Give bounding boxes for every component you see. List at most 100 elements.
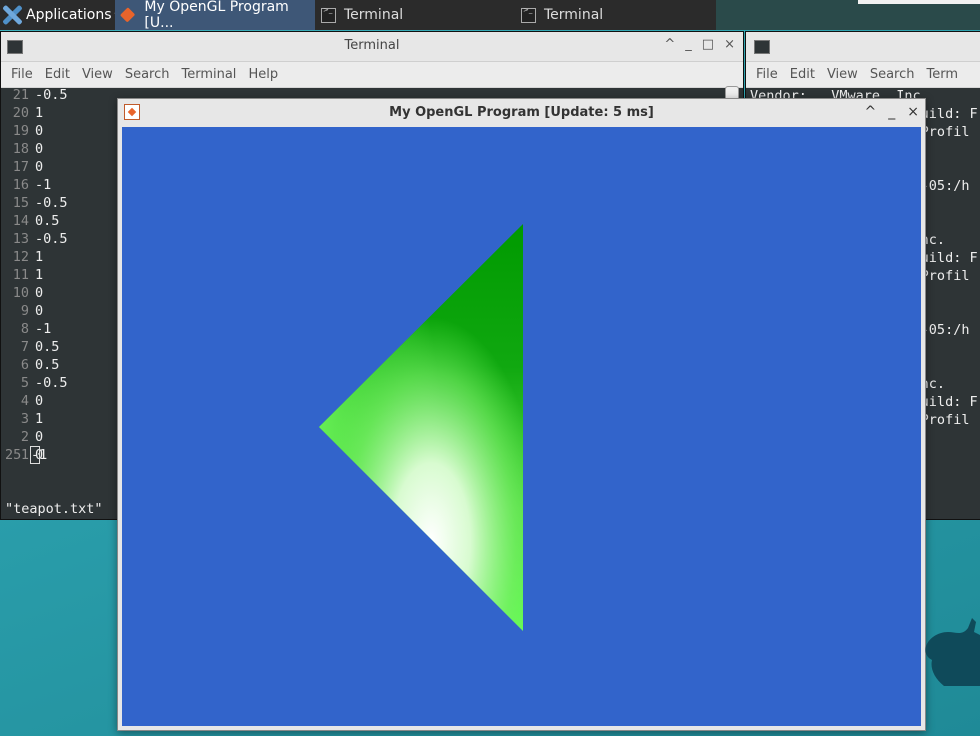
line-number: 4 [20, 393, 29, 409]
line-text: -0.5 [35, 87, 68, 103]
terminal-line: 5 -0.5 [1, 374, 68, 392]
minimize-button[interactable]: _ [888, 104, 895, 120]
line-text: 0.5 [35, 339, 60, 355]
line-number: 9 [20, 303, 29, 319]
taskbar-tray-area [716, 0, 980, 30]
roll-up-button[interactable]: ^ [664, 37, 675, 52]
taskbar-item-terminal-1[interactable]: Terminal [315, 0, 515, 30]
taskbar-item-label: Terminal [344, 7, 404, 23]
roll-up-button[interactable]: ^ [865, 104, 877, 120]
opengl-render-svg [319, 224, 523, 631]
vim-status-line: "teapot.txt" [5, 501, 103, 517]
terminal-line: 8 -1 [1, 320, 68, 338]
line-text: 0.5 [35, 357, 60, 373]
menu-file[interactable]: File [5, 67, 39, 82]
terminal-line: 20 [1, 428, 68, 446]
menu-file[interactable]: File [750, 67, 784, 82]
line-text: 0 [35, 393, 44, 409]
terminal-line: 12 1 [1, 248, 68, 266]
triangle-bottom-highlight [319, 224, 523, 631]
left-terminal-titlebar[interactable]: Terminal ^ _ □ × [1, 32, 743, 62]
applications-menu-button[interactable]: Applications ▾ [0, 0, 120, 30]
line-number: 15 [12, 195, 29, 211]
line-number: 14 [12, 213, 29, 229]
line-number: 11 [12, 267, 29, 283]
terminal-icon [521, 6, 536, 23]
applications-label: Applications [26, 7, 112, 23]
close-button[interactable]: × [907, 104, 919, 120]
window-controls: ^ _ □ × [664, 37, 735, 52]
line-text: 1 [35, 267, 44, 283]
terminal-line: 31 [1, 410, 68, 428]
line-text: -1 [35, 321, 52, 337]
menu-help[interactable]: Help [242, 67, 284, 82]
line-text: 1 [39, 447, 48, 463]
window-title: Terminal [344, 38, 400, 53]
minimize-button[interactable]: _ [685, 37, 692, 52]
terminal-line: 14 0.5 [1, 212, 68, 230]
taskbar-item-label: Terminal [544, 7, 604, 23]
opengl-window[interactable]: My OpenGL Program [Update: 5 ms] ^ _ × [117, 98, 926, 731]
close-button[interactable]: × [724, 37, 735, 52]
taskbar-item-opengl[interactable]: My OpenGL Program [U... [115, 0, 315, 31]
line-text: 1 [35, 105, 44, 121]
right-terminal-menubar: File Edit View Search Term [746, 62, 980, 88]
terminal-line: 18 0 [1, 140, 68, 158]
menu-search[interactable]: Search [119, 67, 176, 82]
window-title: My OpenGL Program [Update: 5 ms] [389, 105, 654, 120]
terminal-icon [321, 6, 336, 23]
line-text: 0 [35, 159, 44, 175]
vim-current-line[interactable]: 25 -1 [1, 446, 47, 464]
line-number: 6 [20, 357, 29, 373]
line-number: 13 [12, 231, 29, 247]
terminal-line: 16 -1 [1, 176, 68, 194]
line-text: 0.5 [35, 213, 60, 229]
menu-terminal[interactable]: Term [920, 67, 964, 82]
line-number: 3 [20, 411, 29, 427]
taskbar-item-terminal-2[interactable]: Terminal [515, 0, 715, 30]
menu-view[interactable]: View [821, 67, 864, 82]
right-terminal-titlebar[interactable] [746, 32, 980, 62]
line-text: 0 [35, 141, 44, 157]
maximize-button[interactable]: □ [702, 37, 714, 52]
line-number: 20 [12, 105, 29, 121]
line-number: 5 [20, 375, 29, 391]
line-number: 25 [5, 447, 22, 463]
window-controls: ^ _ × [865, 104, 919, 120]
line-text: 0 [35, 285, 44, 301]
line-number: 10 [12, 285, 29, 301]
line-text: 1 [35, 249, 44, 265]
terminal-line: 15 -0.5 [1, 194, 68, 212]
terminal-line: 17 0 [1, 158, 68, 176]
terminal-line: 7 0.5 [1, 338, 68, 356]
terminal-icon [754, 40, 770, 54]
wallpaper-whale-image [925, 618, 980, 686]
menu-view[interactable]: View [76, 67, 119, 82]
opengl-titlebar[interactable]: My OpenGL Program [Update: 5 ms] ^ _ × [118, 99, 925, 127]
menu-search[interactable]: Search [864, 67, 921, 82]
menu-terminal[interactable]: Terminal [175, 67, 242, 82]
line-number: 16 [12, 177, 29, 193]
opengl-app-icon [119, 7, 136, 23]
menu-edit[interactable]: Edit [39, 67, 76, 82]
line-number: 19 [12, 123, 29, 139]
line-number: 18 [12, 141, 29, 157]
line-text: 0 [35, 429, 44, 445]
menu-edit[interactable]: Edit [784, 67, 821, 82]
line-text: 0 [35, 303, 44, 319]
terminal-line: 10 0 [1, 284, 68, 302]
left-terminal-output[interactable]: 21 -0.5 20 1 19 0 18 0 17 0 16 -1 15 -0.5 14 0.5 13 -0.5 1… [1, 86, 68, 464]
line-number: 7 [20, 339, 29, 355]
line-text: -1 [35, 177, 52, 193]
text-cursor: - [29, 446, 41, 464]
terminal-line: 40 [1, 392, 68, 410]
line-number: 21 [12, 87, 29, 103]
terminal-line: 90 [1, 302, 68, 320]
line-text: -0.5 [35, 231, 68, 247]
terminal-line: 19 0 [1, 122, 68, 140]
terminal-line: 13 -0.5 [1, 230, 68, 248]
taskbar-tray-strip [858, 0, 980, 4]
line-text: -0.5 [35, 195, 68, 211]
opengl-canvas[interactable] [122, 127, 921, 726]
terminal-line: 11 1 [1, 266, 68, 284]
